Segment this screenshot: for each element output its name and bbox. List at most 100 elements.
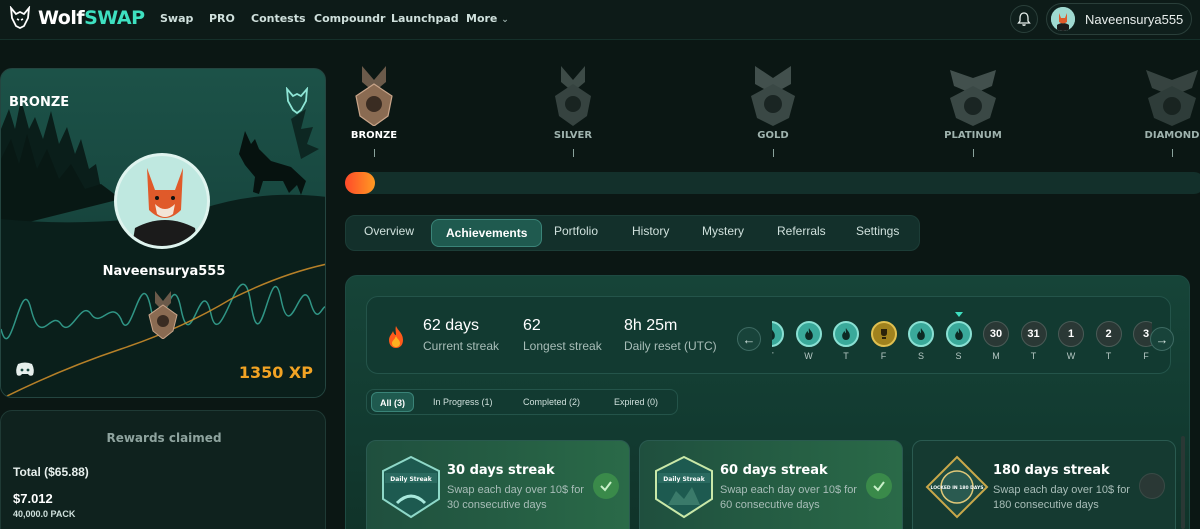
tier-label: BRONZE — [350, 130, 398, 141]
tier-gold[interactable]: GOLD — [733, 66, 813, 157]
day-item: 30 M — [983, 321, 1009, 361]
flame-icon — [804, 328, 813, 340]
tab-referrals[interactable]: Referrals — [777, 224, 826, 238]
tab-overview[interactable]: Overview — [364, 224, 414, 238]
nav-launchpad[interactable]: Launchpad — [391, 12, 459, 25]
tier-label: DIAMOND — [1144, 130, 1200, 141]
flame-icon — [842, 328, 850, 340]
day-item: T — [833, 321, 859, 361]
day-circle — [795, 321, 822, 347]
achievement-title: 180 days streak — [993, 463, 1110, 478]
discord-icon[interactable] — [15, 361, 35, 377]
nav-more[interactable]: More ⌄ — [466, 12, 509, 25]
tab-portfolio[interactable]: Portfolio — [554, 224, 598, 238]
profile-tier-label: BRONZE — [9, 95, 70, 110]
tab-achievements[interactable]: Achievements — [431, 219, 543, 247]
completed-status — [866, 473, 892, 499]
profile-username: Naveensurya555 — [102, 264, 226, 279]
bronze-medal-icon — [355, 66, 393, 126]
day-circle: 3 — [1133, 321, 1152, 347]
nav-compoundr[interactable]: Compoundr — [314, 12, 385, 25]
badge-text: Daily Streak — [390, 476, 432, 483]
platinum-medal-icon — [950, 70, 996, 126]
tier-label: GOLD — [757, 130, 789, 141]
day-item: F — [870, 321, 897, 361]
day-item: S — [945, 312, 972, 361]
filter-all[interactable]: All (3) — [371, 392, 415, 412]
rewards-total: Total ($65.88) — [13, 465, 89, 479]
tier-label: SILVER — [553, 130, 593, 141]
badge-text: LOCKED IN 180 DAYS — [931, 485, 984, 491]
days-strip: TWTFSS30M31T1W2T3F — [772, 309, 1152, 369]
day-letter: T — [1030, 351, 1037, 361]
logo[interactable]: WolfSWAP — [8, 6, 145, 30]
nav-contests[interactable]: Contests — [251, 12, 306, 25]
day-circle — [772, 321, 784, 347]
rewards-amount: $7.012 — [13, 491, 53, 506]
nav-swap[interactable]: Swap — [160, 12, 193, 25]
tab-mystery[interactable]: Mystery — [702, 224, 744, 238]
tab-history[interactable]: History — [632, 224, 669, 238]
day-circle: 2 — [1095, 321, 1122, 347]
top-navbar: WolfSWAP Swap PRO Contests Compoundr Lau… — [0, 0, 1200, 40]
today-marker-icon — [954, 312, 963, 317]
brand-name: WolfSWAP — [38, 7, 145, 29]
achievement-card[interactable]: LOCKED IN 180 DAYS 180 days streak Swap … — [912, 440, 1176, 529]
daily-reset-value: 8h 25m — [624, 317, 678, 334]
day-letter: W — [1066, 351, 1076, 361]
user-menu-button[interactable]: Naveensurya555 — [1046, 3, 1192, 35]
avatar — [1051, 7, 1075, 31]
gold-medal-icon — [751, 66, 795, 126]
day-letter: M — [992, 351, 1000, 361]
profile-card: BRONZE Naveensurya555 1350 XP — [0, 68, 326, 398]
filter-in-progress[interactable]: In Progress (1) — [433, 397, 493, 407]
filter-expired[interactable]: Expired (0) — [614, 397, 658, 407]
tier-platinum[interactable]: PLATINUM — [933, 66, 1013, 157]
achievement-title: 60 days streak — [720, 463, 828, 478]
trophy-icon — [880, 329, 887, 339]
day-item: 3F — [1133, 321, 1152, 361]
scrollbar[interactable] — [1181, 436, 1185, 529]
daily-streak-badge-icon: Daily Streak — [655, 455, 713, 519]
nav-pro[interactable]: PRO — [209, 12, 235, 25]
check-icon — [873, 481, 885, 492]
wolf-logo-icon — [9, 6, 31, 30]
rewards-card: Rewards claimed Total ($65.88) $7.012 40… — [0, 410, 326, 529]
filter-completed[interactable]: Completed (2) — [523, 397, 580, 407]
achievement-card[interactable]: Daily Streak 60 days streak Swap each da… — [639, 440, 903, 529]
achievement-desc: Swap each day over 10$ for 180 consecuti… — [993, 484, 1130, 511]
day-circle — [908, 321, 934, 347]
day-circle — [870, 321, 897, 347]
achievement-desc: Swap each day over 10$ for 30 consecutiv… — [447, 484, 584, 511]
longest-streak-label: Longest streak — [523, 339, 602, 353]
day-circle — [945, 321, 972, 347]
day-circle: 31 — [1020, 321, 1047, 347]
streak-summary: 62 days Current streak 62 Longest streak… — [366, 296, 1174, 374]
flame-icon — [389, 326, 403, 348]
locked-badge-icon: LOCKED IN 180 DAYS — [925, 455, 989, 519]
days-next-button[interactable]: → — [1150, 327, 1174, 351]
day-letter: F — [1143, 351, 1149, 361]
tier-progress-bar — [345, 172, 1200, 194]
rewards-title: Rewards claimed — [106, 431, 222, 445]
tier-diamond[interactable]: DIAMOND — [1132, 66, 1200, 157]
day-letter: T — [1105, 351, 1112, 361]
notifications-button[interactable] — [1010, 5, 1038, 33]
daily-reset-label: Daily reset (UTC) — [624, 339, 717, 353]
day-circle: 30 — [983, 321, 1009, 347]
day-letter: S — [917, 351, 924, 361]
achievements-panel: 62 days Current streak 62 Longest streak… — [345, 275, 1190, 529]
day-letter: T — [772, 351, 784, 361]
achievement-desc: Swap each day over 10$ for 60 consecutiv… — [720, 484, 857, 511]
achievement-title: 30 days streak — [447, 463, 555, 478]
username: Naveensurya555 — [1085, 11, 1184, 27]
tier-silver[interactable]: SILVER — [533, 66, 613, 157]
achievement-card[interactable]: Daily Streak 30 days streak Swap each da… — [366, 440, 630, 529]
longest-streak-value: 62 — [523, 317, 541, 334]
tab-settings[interactable]: Settings — [856, 224, 899, 238]
day-item: W — [795, 321, 822, 361]
days-prev-button[interactable]: ← — [737, 327, 761, 351]
day-item: T — [772, 321, 784, 361]
tier-bronze[interactable]: BRONZE — [334, 66, 414, 157]
arrow-right-icon: → — [1155, 331, 1169, 347]
